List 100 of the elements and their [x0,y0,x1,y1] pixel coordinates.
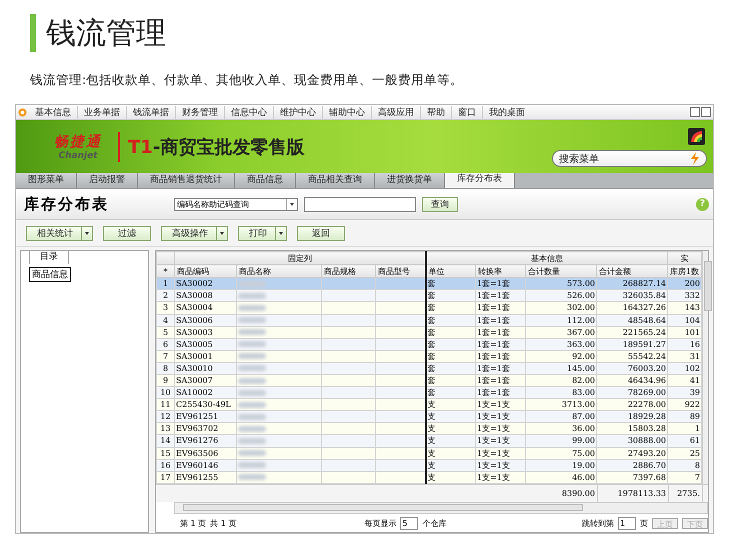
column-header[interactable]: 商品型号 [376,264,426,278]
page-jump-field[interactable]: 1 [618,516,636,530]
tab[interactable]: 库存分布表 [445,173,515,188]
table-row[interactable]: 5 SA30003 套 1套=1套 367.00 221565.24 101 [156,326,702,338]
table-cell: 1套=1套 [476,338,526,350]
scroll-thumb[interactable] [704,261,712,311]
table-cell: 1套=1套 [476,302,526,314]
table-cell: 1支=1支 [476,422,526,435]
per-page-label: 每页显示 [364,518,396,528]
tree-item[interactable]: 商品信息 [29,267,71,282]
row-number: 15 [156,447,174,460]
row-number: 2 [156,290,174,302]
jump-unit: 页 [640,518,648,528]
table-cell: SA30006 [174,314,236,326]
dropdown-button[interactable]: 高级操作 [161,226,228,241]
table-cell: 19.00 [526,459,596,472]
column-header[interactable]: 库房1数 [668,264,702,278]
column-header[interactable]: 合计数量 [526,264,596,278]
table-cell: 48548.64 [596,314,668,326]
table-row[interactable]: 14 EV961276 支 1支=1支 99.00 30888.00 61 [156,434,702,448]
column-header[interactable]: 单位 [426,264,476,278]
query-field[interactable] [304,196,416,212]
table-row[interactable]: 6 SA30005 套 1套=1套 363.00 189591.27 16 [156,338,702,350]
table-row[interactable]: 15 EV963506 支 1支=1支 75.00 27493.20 25 [156,447,702,460]
query-mode-dropdown[interactable]: 编码名称助记码查询 [174,198,298,210]
tab[interactable]: 启动报警 [77,173,138,188]
menu-item[interactable]: 基本信息 [29,106,78,118]
menu-item[interactable]: 窗口 [452,106,483,118]
tab[interactable]: 商品信息 [235,173,296,188]
column-header[interactable]: 转换率 [476,264,526,278]
table-row[interactable]: 4 SA30006 套 1套=1套 112.00 48548.64 104 [156,314,702,326]
tree-tab[interactable]: 目录 [29,250,69,264]
table-row[interactable]: 3 SA30004 套 1套=1套 302.00 164327.26 143 [156,302,702,314]
menu-item[interactable]: 帮助 [421,106,452,118]
row-number: 14 [156,434,174,448]
table-row[interactable]: 7 SA30001 套 1套=1套 92.00 55542.24 31 [156,350,702,362]
query-button[interactable]: 查询 [422,196,458,212]
color-swirl-icon [688,128,705,145]
column-header: * [156,264,174,278]
dropdown-button[interactable]: 相关统计 [26,226,93,241]
table-cell: 1套=1套 [476,374,526,387]
table-cell: SA30004 [174,302,236,314]
menu-item[interactable]: 业务单据 [78,106,127,118]
table-cell: 189591.27 [596,338,668,350]
menu-item[interactable]: 辅助中心 [323,106,372,118]
menu-item[interactable]: 维护中心 [274,106,323,118]
per-page-field[interactable]: 5 [400,516,418,530]
blurred-text [238,426,266,432]
row-number: 16 [156,459,174,472]
toolbar-button[interactable]: 返回 [297,226,345,241]
column-header[interactable]: 商品编码 [174,264,236,278]
table-cell: EV961255 [174,471,236,484]
menu-item[interactable]: 财务管理 [176,106,225,118]
column-header[interactable]: 商品名称 [236,264,322,278]
table-cell: 87.00 [526,410,596,423]
dropdown-button[interactable]: 打印 [238,226,287,241]
table-cell: SA30007 [174,374,236,387]
restore-icon[interactable] [701,107,711,117]
table-cell: 1支=1支 [476,410,526,423]
table-cell: 支 [426,410,476,423]
scroll-thumb[interactable] [183,504,583,511]
table-cell: 1套=1套 [476,362,526,374]
blurred-text [238,474,266,480]
table-row[interactable]: 8 SA30010 套 1套=1套 145.00 76003.20 102 [156,362,702,374]
jump-label: 跳转到第 [582,518,614,528]
table-cell: 46434.96 [596,374,668,387]
table-row[interactable]: 12 EV961251 支 1支=1支 87.00 18929.28 89 [156,410,702,423]
menu-item[interactable]: 高级应用 [372,106,421,118]
tab[interactable]: 进货换货单 [375,173,445,188]
menu-item[interactable]: 我的桌面 [483,106,531,118]
caret-icon [216,227,227,240]
title-accent-bar [30,14,36,52]
table-cell: 1套=1套 [476,290,526,302]
toolbar-button[interactable]: 过滤 [103,226,151,241]
column-header[interactable]: 商品规格 [322,264,376,278]
table-cell: 75.00 [526,447,596,460]
table-cell: EV961276 [174,434,236,448]
table-cell: 268827.14 [596,278,668,290]
minimize-icon[interactable] [690,107,700,117]
table-cell: 套 [426,386,476,399]
table-cell: 367.00 [526,326,596,338]
row-number: 5 [156,326,174,338]
tab[interactable]: 商品相关查询 [296,173,375,188]
column-header[interactable]: 合计金额 [596,264,668,278]
table-cell: 3713.00 [526,398,596,411]
search-field[interactable]: 搜索菜单 [552,150,707,167]
horizontal-scrollbar[interactable] [174,502,708,514]
table-row[interactable]: 13 EV963702 支 1支=1支 36.00 15803.28 1 [156,422,702,435]
menu-item[interactable]: 信息中心 [225,106,274,118]
table-row[interactable]: 16 EV960146 支 1支=1支 19.00 2886.70 8 [156,459,702,472]
row-number: 3 [156,302,174,314]
table-cell: 15803.28 [596,422,668,435]
table-cell: 1套=1套 [476,278,526,290]
menu-item[interactable]: 钱流单据 [127,106,176,118]
tab[interactable]: 商品销售退货统计 [138,173,235,188]
table-row[interactable]: 9 SA30007 套 1套=1套 82.00 46434.96 41 [156,374,702,387]
tab[interactable]: 图形菜单 [16,173,77,188]
row-number: 8 [156,362,174,374]
row-number: 10 [156,386,174,399]
table-cell: 55542.24 [596,350,668,362]
